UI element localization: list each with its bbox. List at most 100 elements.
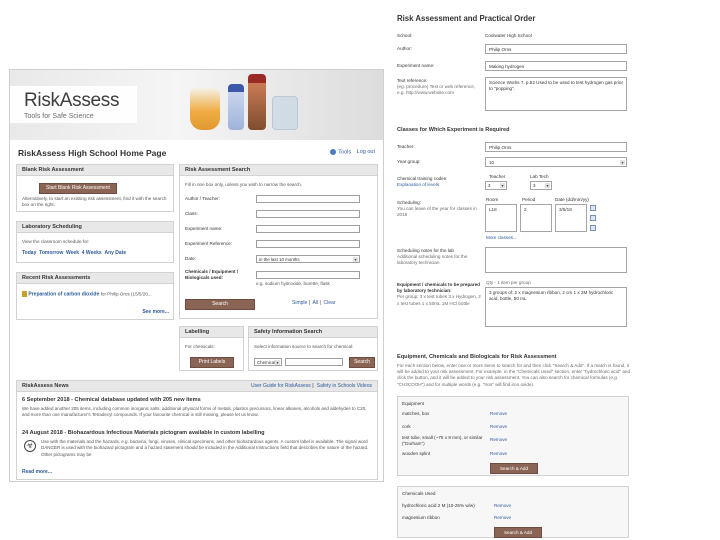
remove-link[interactable]: Remove	[494, 503, 511, 508]
experiment-name-input[interactable]	[256, 225, 360, 233]
calendar-icon[interactable]	[590, 225, 596, 231]
search-hint: Fill in one box only, unless you wish to…	[185, 182, 303, 187]
schedule-today-link[interactable]: Today	[22, 250, 36, 256]
school-value: Coolwater High School	[485, 33, 532, 38]
gear-icon	[330, 149, 337, 155]
news-item-text: Use with the materials and the hazards, …	[41, 439, 369, 457]
period-label: Period	[522, 197, 536, 202]
safety-information-search-box: Safety Information Search Select informa…	[248, 326, 378, 371]
blank-risk-assessment-box: Blank Risk Assessment Start Blank Risk A…	[16, 164, 174, 212]
equipment-prep-qty-hint: Qty - 1 item per group	[486, 280, 531, 285]
recent-item-title[interactable]: Preparation of carbon dioxide	[28, 291, 99, 297]
start-blank-button[interactable]: Start Blank Risk Assessment	[39, 183, 117, 194]
labtech-code-value: 3	[533, 183, 536, 188]
chemicals-heading: Chemicals Used	[402, 491, 436, 496]
year-group-select[interactable]: 10 ▾	[485, 157, 627, 167]
user-guide-link[interactable]: User Guide for RiskAssess	[251, 383, 311, 389]
search-button[interactable]: Search	[185, 299, 255, 310]
sis-source-select[interactable]: Chemicals ▾	[254, 358, 282, 366]
box-heading: Laboratory Scheduling	[17, 222, 173, 233]
room-label: Room	[486, 197, 499, 202]
remove-link[interactable]: Remove	[490, 437, 507, 442]
author-input[interactable]	[256, 195, 360, 203]
experiment-reference-label: Experiment Reference:	[185, 241, 232, 246]
box-heading: RiskAssess News User Guide for RiskAsses…	[17, 381, 377, 392]
recent-risk-assessments-box: Recent Risk Assessments Preparation of c…	[16, 272, 174, 320]
equipment-item: matches, box	[402, 411, 430, 416]
experiment-reference-input[interactable]	[256, 240, 360, 248]
read-more-link[interactable]: Read more...	[22, 469, 52, 475]
lab-sched-description: View the classroom schedule for:	[22, 239, 90, 244]
box-heading: Recent Risk Assessments	[17, 273, 173, 284]
schedule-anydate-link[interactable]: Any Date	[104, 250, 126, 256]
class-input[interactable]	[256, 210, 360, 218]
date-select[interactable]: in the last 10 months ▾	[256, 255, 360, 263]
remove-link[interactable]: Remove	[490, 424, 507, 429]
text-reference-textarea[interactable]: Science Works 7, p.52 Used to be used to…	[485, 77, 627, 111]
home-page-panel: RiskAssess Tools for Safe Science RiskAs…	[9, 69, 384, 482]
scheduling-label: Scheduling: You can leave of the year fo…	[397, 200, 481, 219]
print-labels-button[interactable]: Print Labels	[190, 357, 234, 368]
recent-item[interactable]: Preparation of carbon dioxide for Philip…	[22, 291, 172, 298]
explanation-levels-link[interactable]: Explanation of levels	[397, 182, 447, 188]
safety-videos-link[interactable]: Safety in Schools Videos	[317, 383, 372, 389]
simple-link[interactable]: Simple	[292, 300, 307, 306]
classes-section-heading: Classes for Which Experiment is Required	[397, 127, 510, 133]
riskassess-news-box: RiskAssess News User Guide for RiskAsses…	[16, 380, 378, 480]
chemical-item: hydrochloric acid 2 M (10-25% w/w)	[402, 503, 475, 508]
equipment-heading: Equipment	[402, 401, 424, 406]
brand-logo[interactable]: RiskAssess Tools for Safe Science	[10, 86, 138, 123]
equipment-section-heading: Equipment, Chemicals and Biologicals for…	[397, 354, 557, 360]
chemicals-search-add-button[interactable]: Search & Add	[494, 527, 542, 538]
remove-link[interactable]: Remove	[490, 451, 507, 456]
labtech-code-select[interactable]: 3 ▾	[530, 181, 552, 190]
see-more-link[interactable]: See more...	[142, 309, 169, 315]
scheduling-notes-textarea[interactable]	[485, 247, 627, 273]
sis-search-button[interactable]: Search	[349, 357, 375, 368]
equipment-section-description: For each section below, enter one or mor…	[397, 363, 630, 387]
box-heading: Blank Risk Assessment	[17, 165, 173, 176]
year-group-label: Year group:	[397, 159, 421, 164]
chemicals-input[interactable]	[256, 271, 360, 279]
equipment-prep-title: Equipment / chemicals to be prepared by …	[397, 282, 480, 294]
room-input[interactable]: L18	[485, 204, 517, 232]
chevron-down-icon: ▾	[275, 360, 280, 365]
equipment-prep-textarea[interactable]: 3 groups of: 2 x magnesium ribbon, 2 cm …	[485, 287, 627, 327]
page-title: RiskAssess High School Home Page	[18, 148, 167, 158]
sis-description: Select information source to search for …	[254, 344, 354, 349]
schedule-week-link[interactable]: Week	[66, 250, 79, 256]
tools-link[interactable]: Tools	[338, 149, 351, 155]
box-heading: Risk Assessment Search	[180, 165, 377, 176]
teacher-code-select[interactable]: 3 ▾	[485, 181, 507, 190]
sis-chemical-input[interactable]	[285, 358, 343, 366]
logout-link[interactable]: Log out	[357, 149, 375, 155]
brand-tagline: Tools for Safe Science	[24, 113, 94, 120]
all-link[interactable]: All	[313, 300, 319, 306]
calendar-icon[interactable]	[590, 215, 596, 221]
box-heading: Safety Information Search	[249, 327, 377, 338]
remove-link[interactable]: Remove	[494, 515, 511, 520]
teacher-input[interactable]: Philip Oros	[485, 142, 627, 152]
experiment-name-input[interactable]: Making hydrogen	[485, 61, 627, 71]
biohazard-icon: ☣	[24, 440, 36, 452]
author-input[interactable]: Philip Oros	[485, 44, 627, 54]
labelling-box: Labelling For chemicals: Print Labels	[179, 326, 244, 371]
remove-link[interactable]: Remove	[490, 411, 507, 416]
class-label: Class:	[185, 211, 198, 216]
search-mode-links: Simple | All | Clear	[292, 300, 336, 306]
schedule-4weeks-link[interactable]: 4 Weeks	[82, 250, 102, 256]
schedule-tomorrow-link[interactable]: Tomorrow	[39, 250, 63, 256]
clear-link[interactable]: Clear	[324, 300, 336, 306]
equipment-search-add-button[interactable]: Search & Add	[490, 463, 538, 474]
period-input[interactable]: 2	[520, 204, 552, 232]
date-input[interactable]: 3/5/18	[555, 204, 587, 232]
form-title: Risk Assessment and Practical Order	[397, 14, 536, 23]
more-classes-link[interactable]: More classes...	[486, 235, 517, 241]
equipment-prep-label: Equipment / chemicals to be prepared by …	[397, 282, 481, 307]
teacher-code-label: Teacher	[489, 174, 506, 179]
experiment-name-label: Experiment name:	[397, 63, 435, 68]
equipment-item: cork	[402, 424, 411, 429]
text-reference-hint: (eg. procedure) Text or web reference, e…	[397, 84, 476, 96]
experiment-name-label: Experiment name:	[185, 226, 223, 231]
calendar-icon[interactable]	[590, 205, 596, 211]
